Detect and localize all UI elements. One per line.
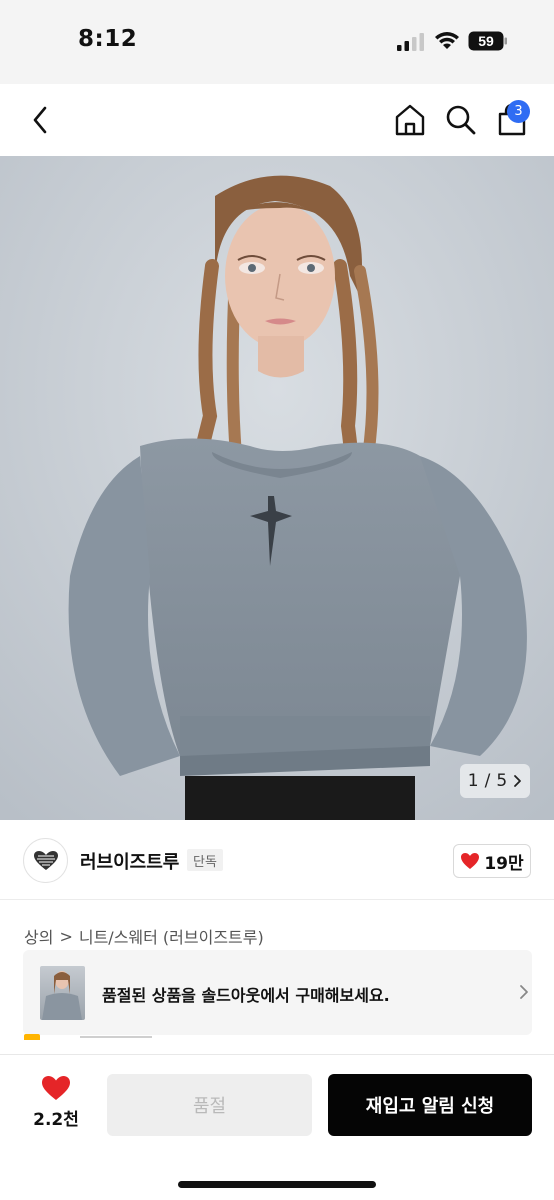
battery-level: 59 [478, 33, 494, 49]
divider-partial [80, 1036, 152, 1038]
wifi-icon [435, 32, 459, 49]
breadcrumb: 상의 > 니트/스웨터 (러브이즈트루) [24, 924, 264, 948]
image-counter-current: 1 [467, 771, 479, 791]
breadcrumb-subcategory[interactable]: 니트/스웨터 (러브이즈트루) [79, 924, 264, 948]
nav-header [0, 84, 554, 156]
wish-button[interactable]: 2.2천 [28, 1075, 84, 1135]
restock-alert-button[interactable]: 재입고 알림 신청 [328, 1074, 532, 1136]
brand-logo[interactable] [23, 838, 68, 883]
exclusive-tag: 단독 [187, 849, 223, 871]
wish-count: 2.2천 [33, 1110, 79, 1130]
heart-logo-icon [33, 850, 58, 870]
rating-star-partial [24, 1034, 40, 1040]
back-button[interactable] [24, 102, 56, 138]
status-time: 8:12 [78, 26, 138, 52]
image-counter-separator: / [484, 771, 491, 791]
cart-count-badge: 3 [507, 100, 530, 123]
image-counter-total: 5 [496, 771, 508, 791]
product-image[interactable] [0, 156, 554, 820]
breadcrumb-category[interactable]: 상의 [24, 924, 53, 948]
brand-like-button[interactable]: 19만 [453, 844, 531, 878]
banner-thumbnail [40, 966, 85, 1020]
brand-like-count: 19만 [484, 853, 524, 874]
signal-icon [397, 33, 424, 51]
product-photo-illustration [0, 156, 554, 820]
chevron-right-icon [514, 775, 522, 787]
search-icon[interactable] [444, 102, 478, 138]
chevron-right-icon [520, 985, 528, 999]
brand-name[interactable]: 러브이즈트루 [80, 848, 179, 874]
bottom-action-bar: 2.2천 품절 재입고 알림 신청 [0, 1054, 554, 1200]
home-icon[interactable] [393, 102, 427, 138]
breadcrumb-separator: > [59, 926, 73, 946]
brand-row: 러브이즈트루 단독 19만 [0, 820, 554, 900]
home-indicator [178, 1181, 376, 1188]
battery-icon: 59 [468, 31, 508, 51]
soldout-banner[interactable]: 품절된 상품을 솔드아웃에서 구매해보세요. [23, 950, 532, 1035]
heart-icon [42, 1076, 70, 1100]
image-counter[interactable]: 1 / 5 [460, 764, 530, 798]
back-icon [33, 106, 47, 134]
heart-icon [461, 853, 480, 869]
soldout-button[interactable]: 품절 [107, 1074, 312, 1136]
banner-text: 품절된 상품을 솔드아웃에서 구매해보세요. [102, 986, 390, 1005]
status-bar: 8:12 59 [0, 0, 554, 84]
